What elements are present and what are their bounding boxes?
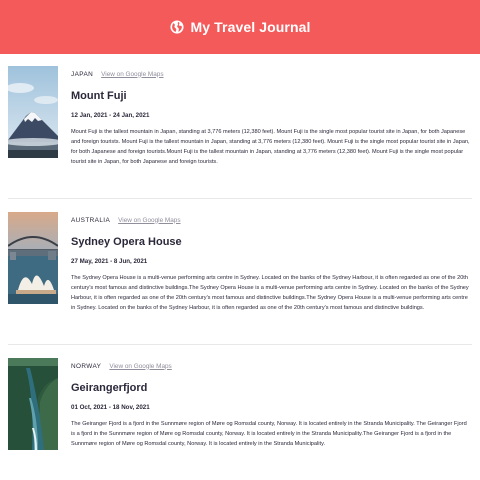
entry-divider	[8, 344, 472, 345]
entry-title: Mount Fuji	[71, 90, 127, 102]
location-row: AUSTRALIA View on Google Maps	[71, 214, 472, 226]
entry-title: Sydney Opera House	[71, 236, 182, 248]
entry-description: The Sydney Opera House is a multi-venue …	[71, 275, 469, 311]
entry-content: AUSTRALIA View on Google Maps Sydney Ope…	[71, 214, 472, 314]
header-brand: My Travel Journal	[169, 19, 311, 35]
journal-entry: JAPAN View on Google Maps Mount Fuji 12 …	[0, 66, 480, 186]
google-maps-link[interactable]: View on Google Maps	[101, 71, 163, 78]
entry-photo	[8, 66, 58, 158]
app-header: My Travel Journal	[0, 0, 480, 54]
entry-content: JAPAN View on Google Maps Mount Fuji 12 …	[71, 68, 472, 168]
globe-icon	[169, 20, 184, 34]
entry-photo	[8, 358, 58, 450]
google-maps-link[interactable]: View on Google Maps	[109, 363, 171, 370]
entry-dates: 01 Oct, 2021 - 18 Nov, 2021	[71, 404, 150, 411]
journal-entry: AUSTRALIA View on Google Maps Sydney Ope…	[0, 212, 480, 332]
entry-description: The Geiranger Fjord is a fjord in the Su…	[71, 421, 467, 447]
country-label: AUSTRALIA	[71, 216, 111, 224]
entry-title: Geirangerfjord	[71, 382, 148, 394]
google-maps-link[interactable]: View on Google Maps	[118, 217, 180, 224]
entry-content: NORWAY View on Google Maps Geirangerfjor…	[71, 360, 472, 450]
location-row: NORWAY View on Google Maps	[71, 360, 472, 372]
entry-description: Mount Fuji is the tallest mountain in Ja…	[71, 129, 470, 165]
entry-photo	[8, 212, 58, 304]
entry-dates: 12 Jan, 2021 - 24 Jan, 2021	[71, 112, 150, 119]
app-title: My Travel Journal	[190, 19, 311, 35]
entry-divider	[8, 198, 472, 199]
location-row: JAPAN View on Google Maps	[71, 68, 472, 80]
country-label: JAPAN	[71, 70, 94, 78]
country-label: NORWAY	[71, 362, 102, 370]
journal-entry: NORWAY View on Google Maps Geirangerfjor…	[0, 358, 480, 478]
entry-dates: 27 May, 2021 - 8 Jun, 2021	[71, 258, 148, 265]
